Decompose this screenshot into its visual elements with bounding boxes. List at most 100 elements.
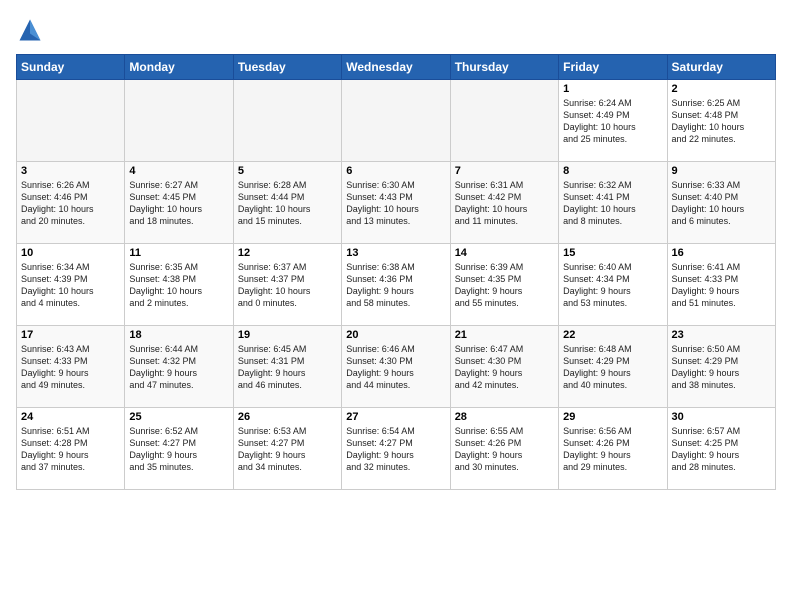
calendar-header-tuesday: Tuesday <box>233 55 341 80</box>
day-number: 25 <box>129 411 228 423</box>
calendar-cell <box>17 80 125 162</box>
calendar-cell: 7 Sunrise: 6:31 AM Sunset: 4:42 PM Daylig… <box>450 162 558 244</box>
day-number: 11 <box>129 247 228 259</box>
header <box>16 16 776 44</box>
day-info: Sunrise: 6:56 AM Sunset: 4:26 PM Dayligh… <box>563 425 662 474</box>
calendar-cell: 19Sunrise: 6:45 AM Sunset: 4:31 PM Dayli… <box>233 326 341 408</box>
day-number: 29 <box>563 411 662 423</box>
calendar-cell: 15 Sunrise: 6:40 AM Sunset: 4:34 PM Dayli… <box>559 244 667 326</box>
day-number: 13 <box>346 247 445 259</box>
day-info: Sunrise: 6:44 AM Sunset: 4:32 PM Dayligh… <box>129 343 228 392</box>
day-info: Sunrise: 6:28 AM Sunset: 4:44 PM Dayligh… <box>238 179 337 228</box>
calendar-cell: 22 Sunrise: 6:48 AM Sunset: 4:29 PM Dayli… <box>559 326 667 408</box>
calendar-week-4: 17 Sunrise: 6:43 AM Sunset: 4:33 PM Dayli… <box>17 326 776 408</box>
day-number: 30 <box>672 411 771 423</box>
day-info: Sunrise: 6:35 AM Sunset: 4:38 PM Dayligh… <box>129 261 228 310</box>
day-number: 8 <box>563 165 662 177</box>
day-info: Sunrise: 6:40 AM Sunset: 4:34 PM Dayligh… <box>563 261 662 310</box>
calendar-cell: 17 Sunrise: 6:43 AM Sunset: 4:33 PM Dayli… <box>17 326 125 408</box>
day-info: Sunrise: 6:26 AM Sunset: 4:46 PM Dayligh… <box>21 179 120 228</box>
day-info: Sunrise: 6:57 AM Sunset: 4:25 PM Dayligh… <box>672 425 771 474</box>
calendar-cell: 21Sunrise: 6:47 AM Sunset: 4:30 PM Dayli… <box>450 326 558 408</box>
day-number: 18 <box>129 329 228 341</box>
calendar-cell: 30 Sunrise: 6:57 AM Sunset: 4:25 PM Dayli… <box>667 408 775 490</box>
day-info: Sunrise: 6:27 AM Sunset: 4:45 PM Dayligh… <box>129 179 228 228</box>
day-info: Sunrise: 6:52 AM Sunset: 4:27 PM Dayligh… <box>129 425 228 474</box>
logo <box>16 16 48 44</box>
calendar-cell: 3 Sunrise: 6:26 AM Sunset: 4:46 PM Daylig… <box>17 162 125 244</box>
calendar-cell <box>342 80 450 162</box>
calendar-cell: 10 Sunrise: 6:34 AM Sunset: 4:39 PM Dayli… <box>17 244 125 326</box>
calendar-header-sunday: Sunday <box>17 55 125 80</box>
calendar-cell: 18 Sunrise: 6:44 AM Sunset: 4:32 PM Dayli… <box>125 326 233 408</box>
day-number: 7 <box>455 165 554 177</box>
day-number: 3 <box>21 165 120 177</box>
calendar-cell: 4 Sunrise: 6:27 AM Sunset: 4:45 PM Daylig… <box>125 162 233 244</box>
day-info: Sunrise: 6:31 AM Sunset: 4:42 PM Dayligh… <box>455 179 554 228</box>
day-info: Sunrise: 6:41 AM Sunset: 4:33 PM Dayligh… <box>672 261 771 310</box>
day-number: 12 <box>238 247 337 259</box>
calendar-cell: 2 Sunrise: 6:25 AM Sunset: 4:48 PM Daylig… <box>667 80 775 162</box>
day-info: Sunrise: 6:33 AM Sunset: 4:40 PM Dayligh… <box>672 179 771 228</box>
day-info: Sunrise: 6:54 AM Sunset: 4:27 PM Dayligh… <box>346 425 445 474</box>
calendar-cell: 13 Sunrise: 6:38 AM Sunset: 4:36 PM Dayli… <box>342 244 450 326</box>
day-number: 16 <box>672 247 771 259</box>
calendar-cell: 28Sunrise: 6:55 AM Sunset: 4:26 PM Dayli… <box>450 408 558 490</box>
calendar-header-saturday: Saturday <box>667 55 775 80</box>
day-info: Sunrise: 6:38 AM Sunset: 4:36 PM Dayligh… <box>346 261 445 310</box>
calendar-cell: 8Sunrise: 6:32 AM Sunset: 4:41 PM Daylig… <box>559 162 667 244</box>
day-number: 2 <box>672 83 771 95</box>
day-info: Sunrise: 6:25 AM Sunset: 4:48 PM Dayligh… <box>672 97 771 146</box>
day-info: Sunrise: 6:37 AM Sunset: 4:37 PM Dayligh… <box>238 261 337 310</box>
calendar-cell: 24 Sunrise: 6:51 AM Sunset: 4:28 PM Dayli… <box>17 408 125 490</box>
day-number: 10 <box>21 247 120 259</box>
calendar-cell: 16 Sunrise: 6:41 AM Sunset: 4:33 PM Dayli… <box>667 244 775 326</box>
day-info: Sunrise: 6:48 AM Sunset: 4:29 PM Dayligh… <box>563 343 662 392</box>
calendar-cell: 29 Sunrise: 6:56 AM Sunset: 4:26 PM Dayli… <box>559 408 667 490</box>
day-number: 4 <box>129 165 228 177</box>
calendar-cell: 27 Sunrise: 6:54 AM Sunset: 4:27 PM Dayli… <box>342 408 450 490</box>
day-info: Sunrise: 6:46 AM Sunset: 4:30 PM Dayligh… <box>346 343 445 392</box>
calendar-header-friday: Friday <box>559 55 667 80</box>
day-number: 26 <box>238 411 337 423</box>
day-info: Sunrise: 6:45 AM Sunset: 4:31 PM Dayligh… <box>238 343 337 392</box>
day-info: Sunrise: 6:53 AM Sunset: 4:27 PM Dayligh… <box>238 425 337 474</box>
day-number: 14 <box>455 247 554 259</box>
day-number: 15 <box>563 247 662 259</box>
day-number: 20 <box>346 329 445 341</box>
day-number: 24 <box>21 411 120 423</box>
calendar-cell: 5 Sunrise: 6:28 AM Sunset: 4:44 PM Daylig… <box>233 162 341 244</box>
day-number: 5 <box>238 165 337 177</box>
day-info: Sunrise: 6:50 AM Sunset: 4:29 PM Dayligh… <box>672 343 771 392</box>
day-info: Sunrise: 6:39 AM Sunset: 4:35 PM Dayligh… <box>455 261 554 310</box>
calendar-header-row: SundayMondayTuesdayWednesdayThursdayFrid… <box>17 55 776 80</box>
calendar-header-thursday: Thursday <box>450 55 558 80</box>
calendar-cell: 25 Sunrise: 6:52 AM Sunset: 4:27 PM Dayli… <box>125 408 233 490</box>
calendar-cell <box>450 80 558 162</box>
day-info: Sunrise: 6:47 AM Sunset: 4:30 PM Dayligh… <box>455 343 554 392</box>
day-number: 27 <box>346 411 445 423</box>
day-number: 22 <box>563 329 662 341</box>
day-info: Sunrise: 6:34 AM Sunset: 4:39 PM Dayligh… <box>21 261 120 310</box>
day-info: Sunrise: 6:43 AM Sunset: 4:33 PM Dayligh… <box>21 343 120 392</box>
calendar-cell: 20 Sunrise: 6:46 AM Sunset: 4:30 PM Dayli… <box>342 326 450 408</box>
calendar-cell: 14 Sunrise: 6:39 AM Sunset: 4:35 PM Dayli… <box>450 244 558 326</box>
calendar-week-3: 10 Sunrise: 6:34 AM Sunset: 4:39 PM Dayli… <box>17 244 776 326</box>
day-info: Sunrise: 6:30 AM Sunset: 4:43 PM Dayligh… <box>346 179 445 228</box>
calendar-cell: 23 Sunrise: 6:50 AM Sunset: 4:29 PM Dayli… <box>667 326 775 408</box>
day-info: Sunrise: 6:51 AM Sunset: 4:28 PM Dayligh… <box>21 425 120 474</box>
calendar-week-5: 24 Sunrise: 6:51 AM Sunset: 4:28 PM Dayli… <box>17 408 776 490</box>
day-number: 9 <box>672 165 771 177</box>
calendar-header-monday: Monday <box>125 55 233 80</box>
day-number: 6 <box>346 165 445 177</box>
calendar-cell <box>125 80 233 162</box>
calendar-cell: 6 Sunrise: 6:30 AM Sunset: 4:43 PM Daylig… <box>342 162 450 244</box>
calendar-table: SundayMondayTuesdayWednesdayThursdayFrid… <box>16 54 776 490</box>
calendar-cell: 1Sunrise: 6:24 AM Sunset: 4:49 PM Daylig… <box>559 80 667 162</box>
calendar-week-2: 3 Sunrise: 6:26 AM Sunset: 4:46 PM Daylig… <box>17 162 776 244</box>
day-number: 23 <box>672 329 771 341</box>
day-info: Sunrise: 6:55 AM Sunset: 4:26 PM Dayligh… <box>455 425 554 474</box>
day-number: 17 <box>21 329 120 341</box>
calendar-cell <box>233 80 341 162</box>
calendar-header-wednesday: Wednesday <box>342 55 450 80</box>
